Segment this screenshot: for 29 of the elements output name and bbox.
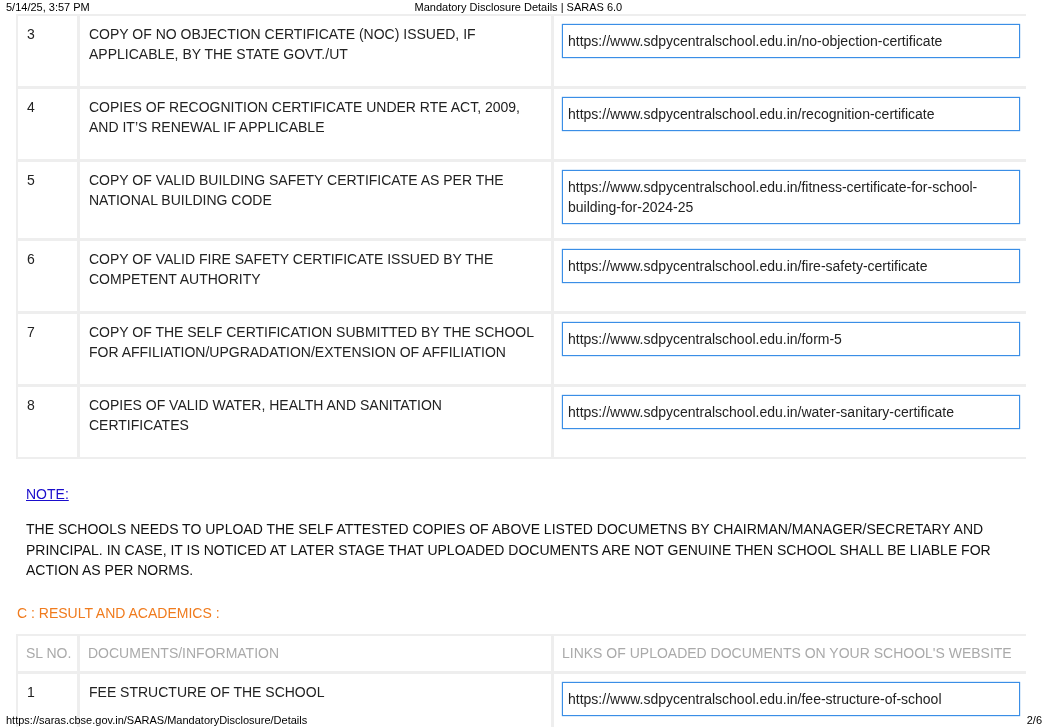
link-field[interactable]: https://www.sdpycentralschool.edu.in/form-5	[562, 322, 1020, 356]
print-date: 5/14/25, 3:57 PM	[6, 1, 90, 13]
column-header: SL NO.	[18, 635, 77, 671]
table-cell: 8	[18, 387, 77, 457]
table-cell: 6	[18, 241, 77, 311]
link-field[interactable]: https://www.sdpycentralschool.edu.in/recognition-certificate	[562, 97, 1020, 131]
table-cell: 5	[18, 162, 77, 238]
link-field[interactable]: https://www.sdpycentralschool.edu.in/no-objection-certificate	[562, 24, 1020, 58]
link-field[interactable]: https://www.sdpycentralschool.edu.in/water-sanitary-certificate	[562, 395, 1020, 429]
table-cell: COPIES OF VALID WATER, HEALTH AND SANITATION CERTIFICATES	[80, 387, 551, 457]
table-cell: COPIES OF RECOGNITION CERTIFICATE UNDER RTE ACT, 2009, AND IT’S RENEWAL IF APPLICABLE	[80, 89, 551, 159]
page-url: https://saras.cbse.gov.in/SARAS/MandatoryDisclosure/Details	[6, 714, 308, 726]
table-cell: COPY OF VALID FIRE SAFETY CERTIFICATE ISSUED BY THE COMPETENT AUTHORITY	[80, 241, 551, 311]
page-number: 2/6	[1026, 714, 1042, 726]
table-cell: 7	[18, 314, 77, 384]
link-field[interactable]: https://www.sdpycentralschool.edu.in/fire-safety-certificate	[562, 249, 1020, 283]
table-cell: COPY OF VALID BUILDING SAFETY CERTIFICATE AS PER THE NATIONAL BUILDING CODE	[80, 162, 551, 238]
column-header: LINKS OF UPLOADED DOCUMENTS ON YOUR SCHOOL'S WEBSITE	[554, 635, 1028, 671]
section-heading: C : RESULT AND ACADEMICS :	[17, 604, 221, 622]
column-header: DOCUMENTS/INFORMATION	[80, 635, 551, 671]
table-cell: 4	[18, 89, 77, 159]
link-field[interactable]: https://www.sdpycentralschool.edu.in/fee-structure-of-school	[562, 681, 1020, 716]
note-text: THE SCHOOLS NEEDS TO UPLOAD THE SELF ATTESTED COPIES OF ABOVE LISTED DOCUMETNS BY CHAIRMAN/MANAGER/SECRETARY AND PRINCIPAL. IN CASE, IT IS NOTICED AT LATER STAGE THAT UPLOADED DOCUMENTS ARE NOT GENUINE THEN SCHOOL SHALL BE LIABLE FOR ACTION AS PER NORMS.	[26, 520, 992, 580]
page-title: Mandatory Disclosure Details | SARAS 6.0	[413, 1, 624, 13]
table-cell: 3	[18, 16, 77, 86]
table-cell: COPY OF NO OBJECTION CERTIFICATE (NOC) ISSUED, IF APPLICABLE, BY THE STATE GOVT./UT	[80, 16, 551, 86]
link-field[interactable]: https://www.sdpycentralschool.edu.in/fitness-certificate-for-school-building-for-2024-25	[562, 170, 1020, 224]
table-cell: COPY OF THE SELF CERTIFICATION SUBMITTED BY THE SCHOOL FOR AFFILIATION/UPGRADATION/EXTENSION OF AFFILIATION	[80, 314, 551, 384]
note-link[interactable]: NOTE:	[26, 486, 69, 502]
